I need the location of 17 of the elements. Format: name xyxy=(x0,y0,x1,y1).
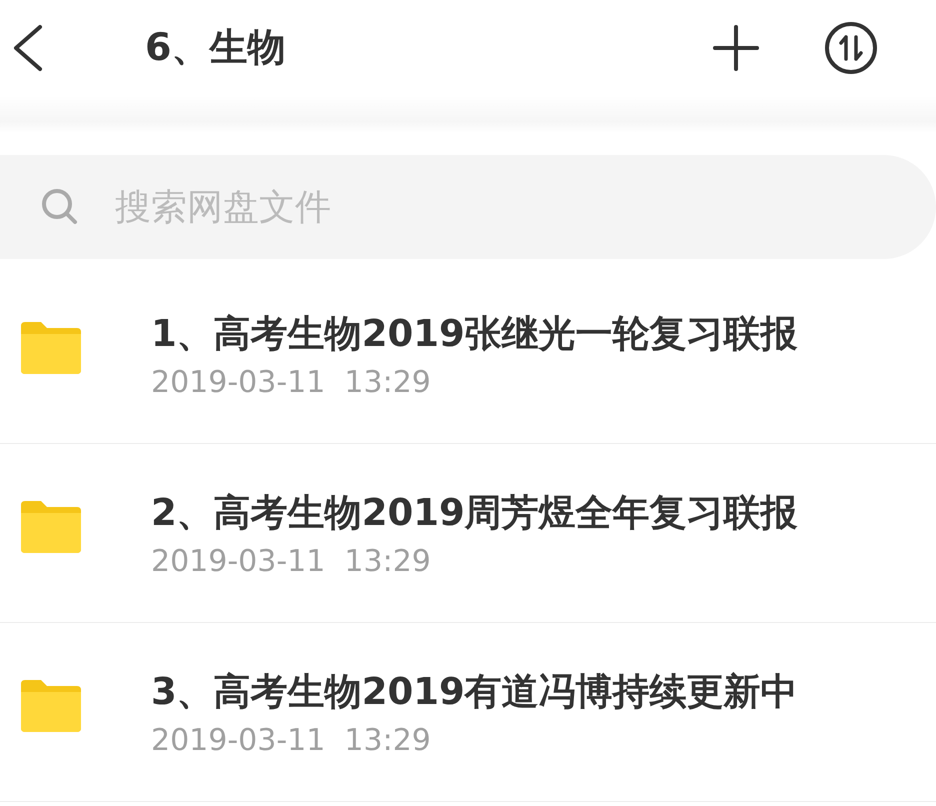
search-icon xyxy=(40,187,80,227)
folder-name: 1、高考生物2019张继光一轮复习联报 xyxy=(151,310,798,356)
folder-row[interactable]: 2、高考生物2019周芳煜全年复习联报 2019-03-11 13:29 xyxy=(0,444,936,623)
folder-row[interactable]: 3、高考生物2019有道冯博持续更新中 2019-03-11 13:29 xyxy=(0,623,936,802)
add-icon[interactable] xyxy=(712,24,760,72)
folder-row[interactable]: 1、高考生物2019张继光一轮复习联报 2019-03-11 13:29 xyxy=(0,265,936,444)
search-field[interactable]: 搜索网盘文件 xyxy=(113,186,617,228)
folder-icon xyxy=(21,680,81,732)
sort-icon[interactable] xyxy=(824,20,878,74)
folder-title: 6、生物 xyxy=(145,24,286,71)
modified-date: 2019-03-11 13:29 xyxy=(151,364,432,400)
folder-name: 2、高考生物2019周芳煜全年复习联报 xyxy=(151,490,798,536)
folder-icon xyxy=(21,501,81,553)
modified-date: 2019-03-11 13:29 xyxy=(151,722,432,758)
folder-icon xyxy=(21,322,81,374)
modified-date: 2019-03-11 13:29 xyxy=(151,544,432,578)
folder-name: 3、高考生物2019有道冯博持续更新中 xyxy=(151,668,798,714)
